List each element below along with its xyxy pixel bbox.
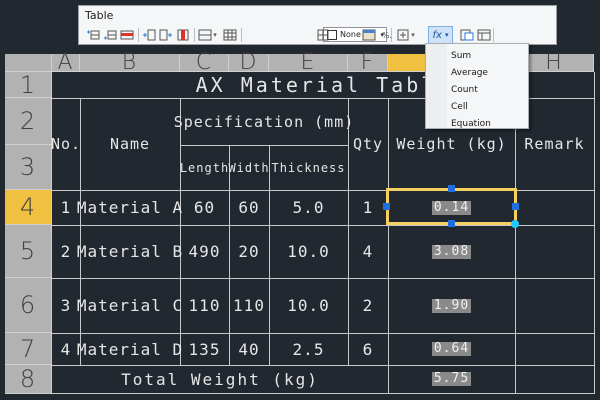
row-header-2[interactable]: 2	[5, 98, 52, 145]
column-header-e[interactable]: E	[269, 50, 348, 75]
cell-no[interactable]: 1	[52, 190, 80, 225]
row-header-5[interactable]: 5	[5, 225, 52, 278]
header-width[interactable]: Width	[228, 145, 269, 190]
merge-dropdown-icon[interactable]: ▾	[211, 27, 219, 43]
header-qty[interactable]: Qty	[348, 98, 388, 190]
cell-weight[interactable]: 3.08	[388, 225, 515, 278]
row-header-8[interactable]: 8	[5, 365, 52, 394]
percent-label: %.	[381, 30, 393, 40]
delete-column-icon[interactable]	[175, 27, 191, 43]
menu-item-equation[interactable]: Equation	[426, 116, 528, 132]
cell-thickness[interactable]: 10.0	[269, 225, 348, 278]
cell-weight-value: 0.64	[431, 341, 472, 356]
insert-column-right-icon[interactable]	[158, 27, 174, 43]
match-cell-icon[interactable]	[476, 27, 492, 43]
cell-length[interactable]: 490	[180, 225, 229, 278]
manage-cell-content-icon[interactable]	[459, 27, 475, 43]
insert-row-above-icon[interactable]	[85, 27, 101, 43]
cell-weight[interactable]: 0.64	[388, 333, 515, 365]
cell-width[interactable]: 110	[229, 278, 269, 333]
selection-grip[interactable]	[448, 185, 455, 192]
cell-border-style-select[interactable]: None ▾	[323, 27, 387, 42]
cell-length[interactable]: 110	[180, 278, 229, 333]
insert-row-below-icon[interactable]	[102, 27, 118, 43]
cell-qty[interactable]: 6	[348, 333, 388, 365]
total-weight-value: 5.75	[431, 371, 472, 386]
header-thickness[interactable]: Thickness	[269, 145, 348, 190]
toolbar-separator	[241, 28, 242, 42]
selection-grip[interactable]	[448, 220, 455, 227]
cell-weight-value: 1.90	[431, 297, 472, 313]
menu-item-count[interactable]: Count	[426, 82, 528, 98]
cell-no[interactable]: 4	[52, 333, 80, 365]
cell-qty[interactable]: 1	[348, 190, 388, 225]
row-header-3[interactable]: 3	[5, 145, 52, 190]
total-weight-cell[interactable]: 5.75	[388, 365, 515, 393]
cell-no[interactable]: 3	[52, 278, 80, 333]
column-header-b[interactable]: B	[80, 50, 180, 75]
chevron-down-icon: ▾	[444, 31, 449, 39]
header-no[interactable]: No.	[51, 98, 80, 190]
column-header-a[interactable]: A	[52, 50, 80, 75]
cell-weight-value: 3.08	[431, 243, 472, 259]
grid-line	[594, 72, 595, 394]
toolbar-separator	[194, 28, 195, 42]
unmerge-cells-icon[interactable]	[222, 27, 238, 43]
column-header-c[interactable]: C	[180, 50, 229, 75]
row-header-4[interactable]: 4	[5, 190, 52, 225]
cell-name[interactable]: Material A	[77, 190, 182, 225]
cell-border-style-value: None	[340, 30, 361, 39]
cell-name[interactable]: Material D	[77, 333, 182, 365]
cell-thickness[interactable]: 2.5	[269, 333, 348, 365]
cell-weight[interactable]: 1.90	[388, 278, 515, 333]
data-format-dropdown[interactable]: %.	[379, 27, 395, 43]
column-header-d[interactable]: D	[229, 50, 269, 75]
column-header-f[interactable]: F	[348, 50, 388, 75]
formula-dropdown-menu: Sum Average Count Cell Equation	[425, 43, 529, 129]
selection-grip[interactable]	[383, 203, 390, 210]
menu-item-sum[interactable]: Sum	[426, 48, 528, 64]
cell-length[interactable]: 60	[180, 190, 229, 225]
selection-grip[interactable]	[512, 203, 519, 210]
toolbar-title: Table	[85, 9, 114, 22]
toolbar-separator	[493, 28, 494, 42]
cell-qty[interactable]: 2	[348, 278, 388, 333]
insert-formula-button[interactable]: fx ▾	[428, 26, 453, 44]
cell-qty[interactable]: 4	[348, 225, 388, 278]
cell-length[interactable]: 135	[180, 333, 229, 365]
autofill-grip[interactable]	[511, 220, 519, 228]
header-corner[interactable]	[5, 54, 52, 72]
row-header-1[interactable]: 1	[5, 71, 52, 99]
cell-name[interactable]: Material C	[77, 278, 182, 333]
cell-name[interactable]: Material B	[77, 225, 182, 278]
fx-label: fx	[432, 29, 442, 41]
header-name[interactable]: Name	[80, 98, 180, 190]
cell-borders-icon[interactable]	[315, 27, 331, 43]
row-header-7[interactable]: 7	[5, 333, 52, 365]
total-weight-label[interactable]: Total Weight (kg)	[52, 365, 388, 393]
cell-thickness[interactable]: 10.0	[269, 278, 348, 333]
delete-row-icon[interactable]	[119, 27, 135, 43]
table-toolbar: Table ▾ None ▾ ▾ %. fx ▾	[78, 5, 557, 45]
align-dropdown-icon[interactable]: ▾	[409, 27, 417, 43]
cell-no[interactable]: 2	[52, 225, 80, 278]
cell-width[interactable]: 40	[229, 333, 269, 365]
cell-thickness[interactable]: 5.0	[269, 190, 348, 225]
grid-line	[52, 393, 595, 394]
cell-width[interactable]: 60	[229, 190, 269, 225]
insert-column-left-icon[interactable]	[141, 27, 157, 43]
header-length[interactable]: Length	[180, 145, 229, 190]
row-header-6[interactable]: 6	[5, 278, 52, 333]
header-specification[interactable]: Specification (mm)	[174, 98, 354, 145]
cell-format-icon[interactable]	[361, 27, 377, 43]
menu-item-cell[interactable]: Cell	[426, 99, 528, 115]
toolbar-separator	[138, 28, 139, 42]
menu-item-average[interactable]: Average	[426, 65, 528, 81]
cell-width[interactable]: 20	[229, 225, 269, 278]
